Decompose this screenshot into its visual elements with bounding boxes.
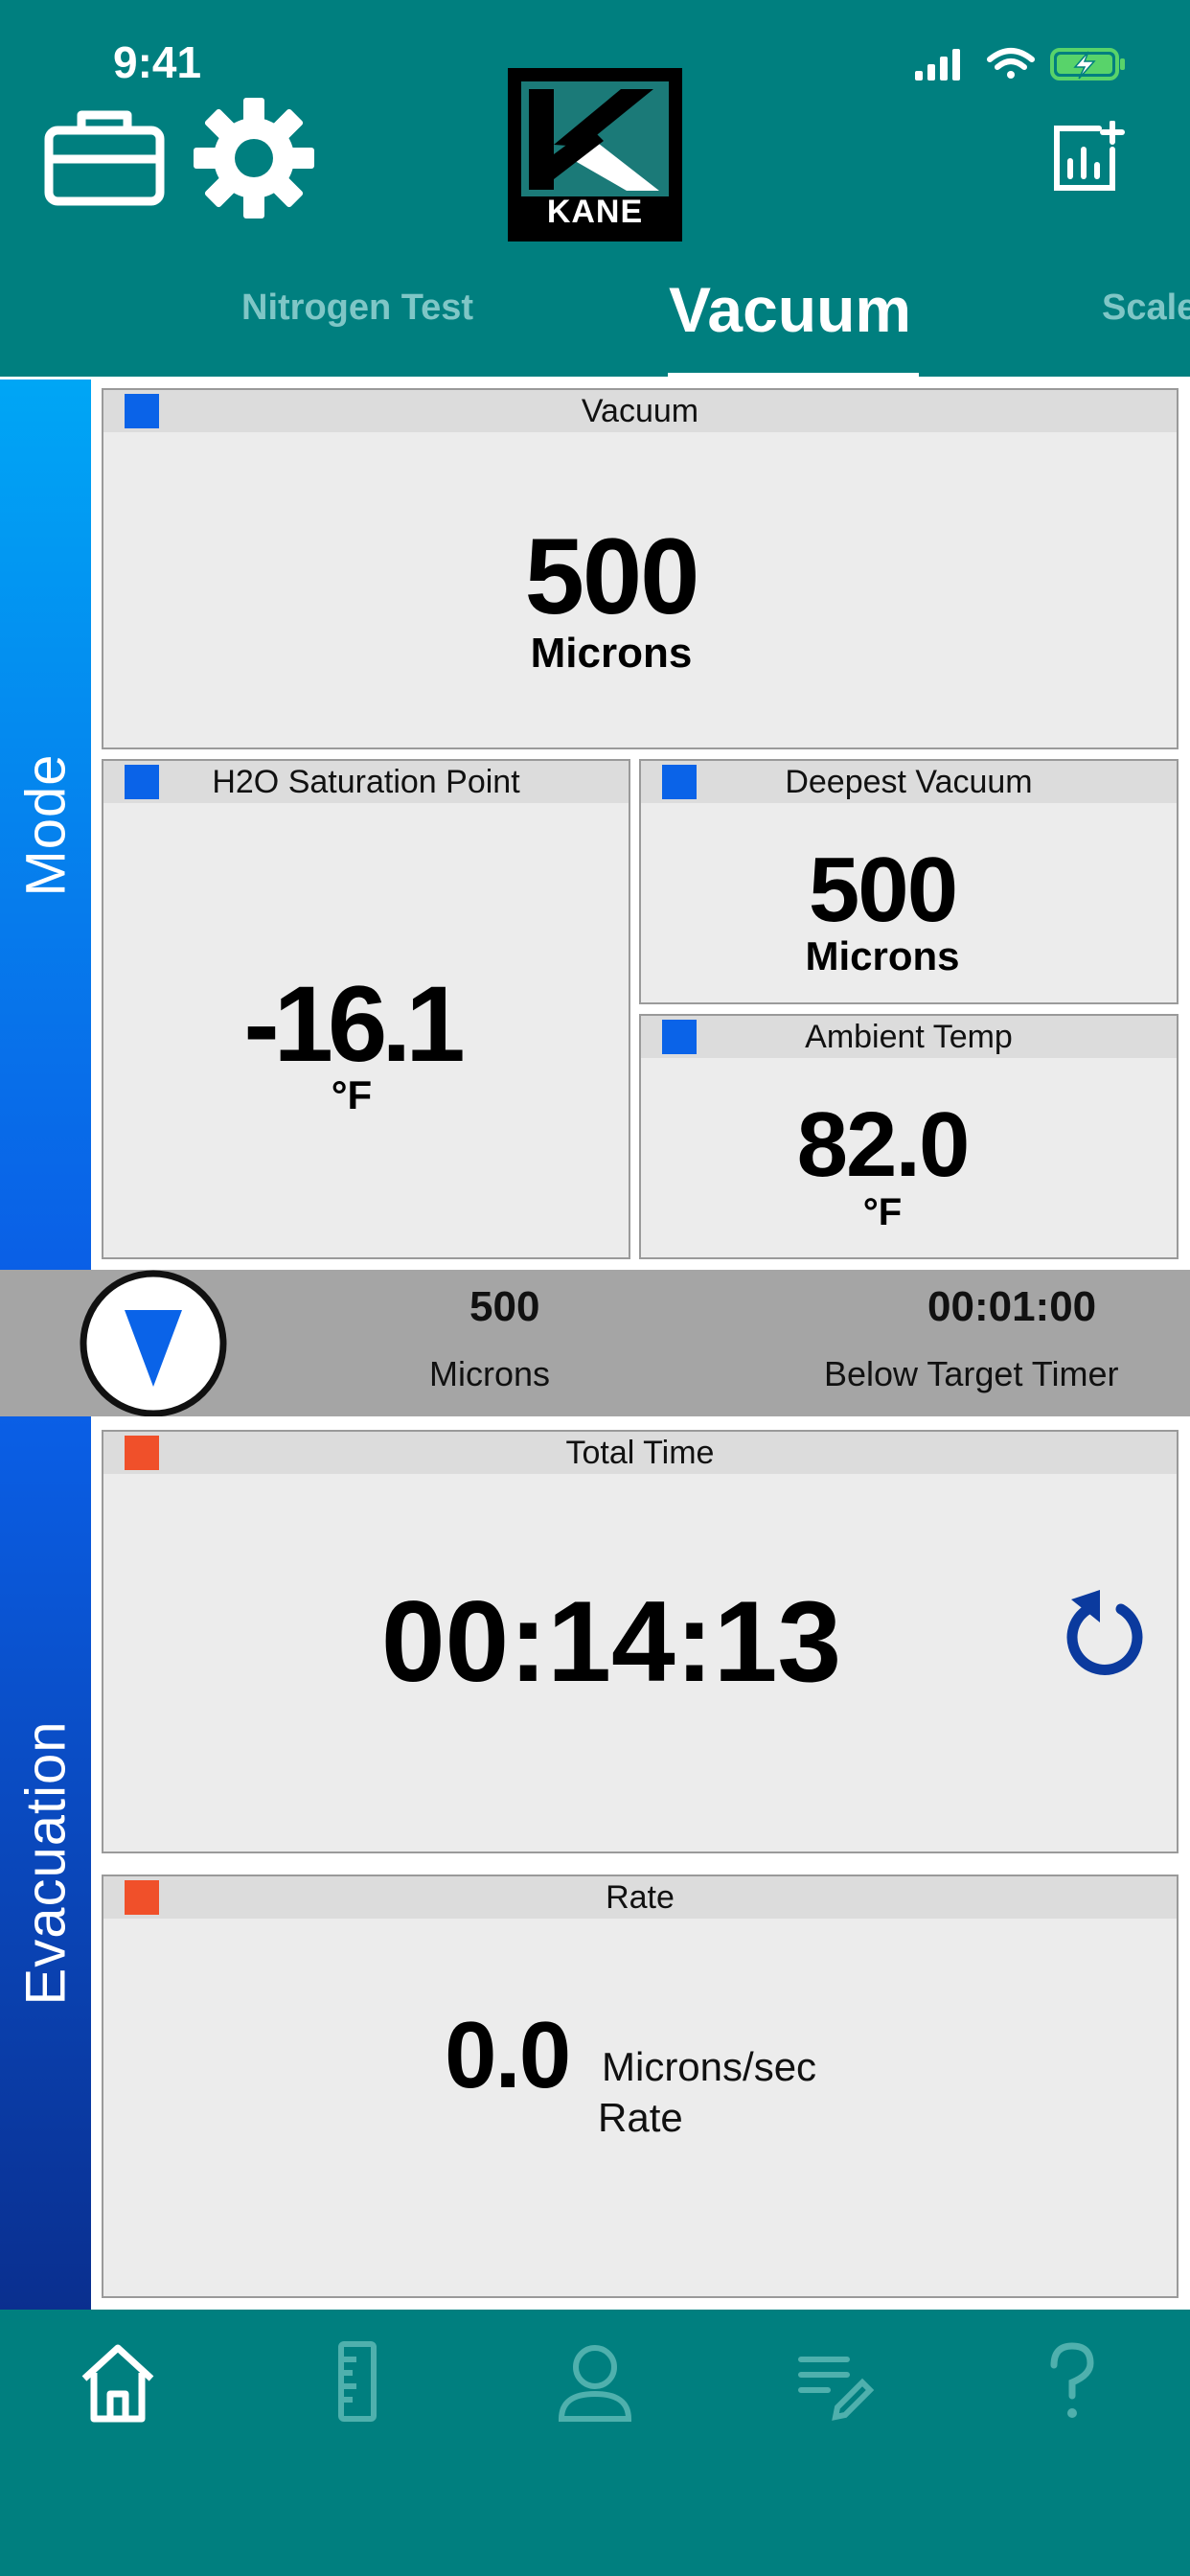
vacuum-card-title: Vacuum (581, 393, 699, 429)
evacuation-band[interactable]: Evacuation (0, 1416, 91, 2310)
rate-value: 0.0 (445, 2002, 571, 2107)
down-triangle-icon[interactable] (79, 1270, 228, 1416)
target-unit: Microns (429, 1354, 551, 1393)
card-marker (125, 765, 159, 799)
total-time-card[interactable]: Total Time 00:14:13 (102, 1430, 1179, 1853)
deepest-vacuum-card[interactable]: Deepest Vacuum 500 Microns (639, 759, 1179, 1004)
card-header: Deepest Vacuum (641, 761, 1177, 803)
h2o-unit: °F (331, 1072, 373, 1117)
card-header: Rate (103, 1876, 1177, 1919)
card-marker (125, 1880, 159, 1915)
help-icon[interactable] (1029, 2338, 1115, 2425)
deepest-vacuum-value: 500 (808, 839, 958, 941)
person-icon[interactable] (552, 2338, 638, 2425)
vacuum-unit: Microns (530, 630, 693, 677)
rate-sublabel: Rate (598, 2095, 683, 2140)
total-time-value: 00:14:13 (380, 1577, 842, 1706)
signal-icon (915, 49, 960, 80)
rate-unit: Microns/sec (602, 2044, 817, 2089)
notes-icon[interactable] (790, 2338, 876, 2425)
kane-logo: KANE (508, 68, 682, 242)
evacuation-label: Evacuation (14, 1720, 77, 2006)
wifi-icon (987, 48, 1035, 79)
deepest-vacuum-title: Deepest Vacuum (785, 764, 1033, 800)
rate-card[interactable]: Rate 0.0 Microns/sec Rate (102, 1874, 1179, 2298)
gear-icon[interactable] (192, 96, 316, 220)
reset-icon[interactable] (1062, 1580, 1148, 1676)
target-value: 500 (469, 1283, 540, 1330)
logo-text: KANE (546, 194, 644, 230)
card-marker (125, 394, 159, 428)
timer-label: Below Target Timer (824, 1354, 1119, 1393)
card-header: Total Time (103, 1432, 1177, 1474)
rate-title: Rate (606, 1879, 675, 1916)
h2o-saturation-card[interactable]: H2O Saturation Point -16.1 °F (102, 759, 630, 1259)
ambient-temp-unit: °F (862, 1191, 903, 1233)
card-header: Vacuum (103, 390, 1177, 432)
ruler-icon[interactable] (314, 2338, 400, 2425)
deepest-vacuum-unit: Microns (805, 933, 960, 978)
h2o-card-title: H2O Saturation Point (212, 764, 520, 800)
tab-nitrogen-test[interactable]: Nitrogen Test (241, 288, 473, 329)
tab-scale[interactable]: Scale (1102, 288, 1190, 329)
tab-vacuum[interactable]: Vacuum (669, 273, 911, 346)
add-chart-icon[interactable] (1049, 121, 1126, 194)
target-strip: 500 Microns 00:01:00 Below Target Timer (0, 1270, 1190, 1416)
toolbox-icon[interactable] (43, 105, 166, 207)
mode-band[interactable]: Mode (0, 380, 91, 1270)
status-icons (915, 48, 1125, 80)
mode-label: Mode (14, 752, 77, 897)
card-header: Ambient Temp (641, 1016, 1177, 1058)
ambient-temp-value: 82.0 (796, 1093, 971, 1196)
card-marker (125, 1436, 159, 1470)
card-marker (662, 1020, 697, 1054)
status-time: 9:41 (113, 37, 202, 87)
timer-value: 00:01:00 (927, 1283, 1097, 1330)
ambient-temp-title: Ambient Temp (805, 1019, 1013, 1055)
vacuum-value: 500 (524, 517, 700, 636)
vacuum-card[interactable]: Vacuum 500 Microns (102, 388, 1179, 749)
h2o-value: -16.1 (243, 964, 465, 1084)
card-marker (662, 765, 697, 799)
total-time-title: Total Time (565, 1435, 715, 1471)
ambient-temp-card[interactable]: Ambient Temp 82.0 °F (639, 1014, 1179, 1259)
home-icon[interactable] (75, 2338, 161, 2425)
card-header: H2O Saturation Point (103, 761, 629, 803)
battery-charging-icon (1050, 48, 1125, 80)
